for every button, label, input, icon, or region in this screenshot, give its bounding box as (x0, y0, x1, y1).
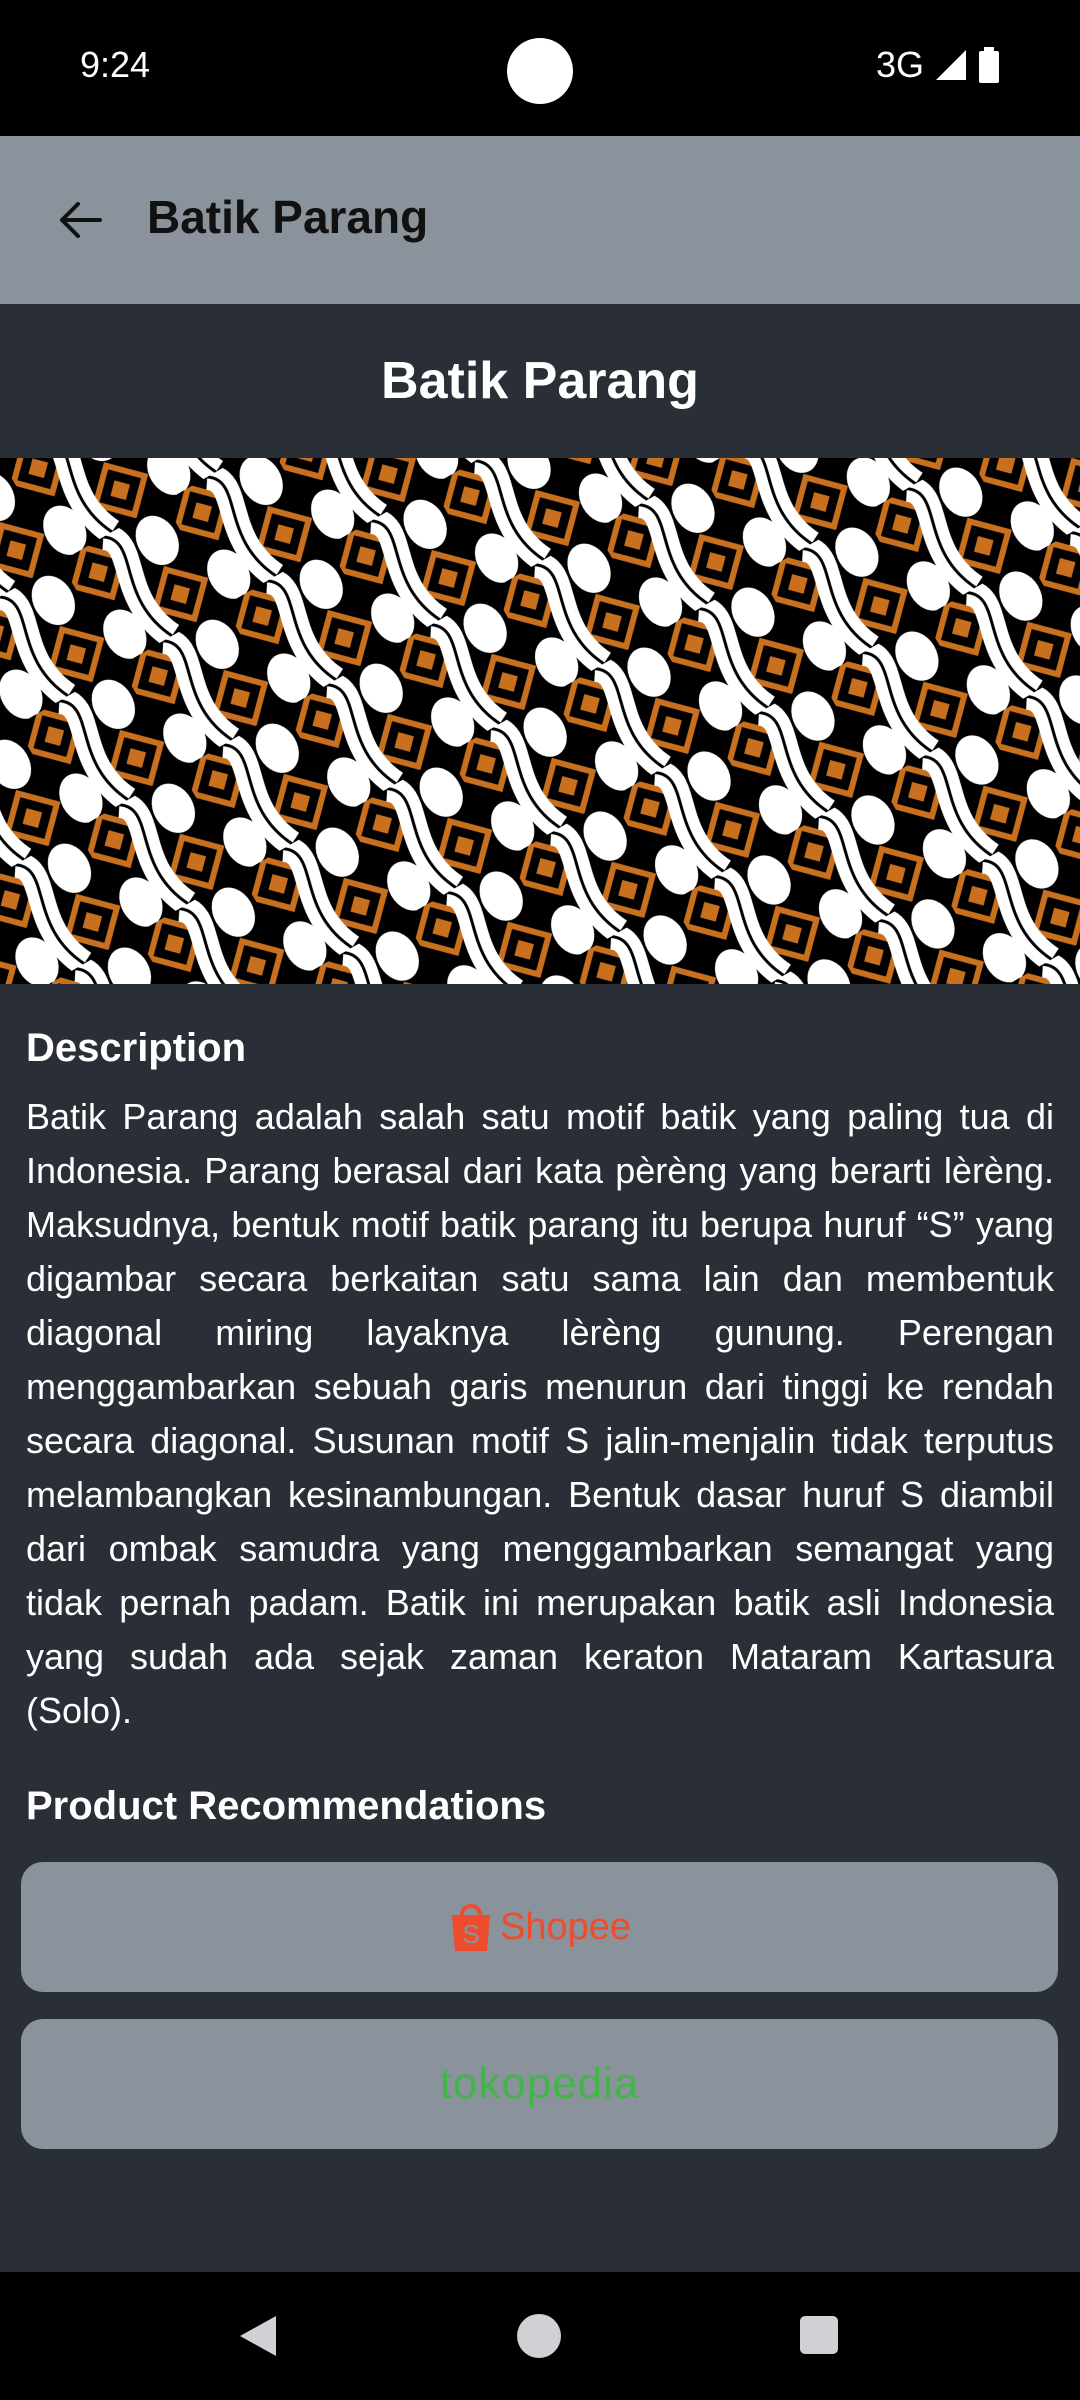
shopee-button[interactable]: S Shopee (21, 1862, 1058, 1992)
svg-text:S: S (462, 1919, 479, 1949)
detail-header: Batik Parang (0, 304, 1080, 458)
tokopedia-logo: tokopedia (439, 2059, 640, 2108)
arrow-left-icon (60, 202, 102, 238)
signal-icon (936, 50, 966, 80)
network-type: 3G (875, 44, 924, 85)
description-text: Batik Parang adalah salah satu motif bat… (26, 1096, 1054, 1731)
status-time: 9:24 (80, 44, 151, 85)
batik-image (0, 458, 1080, 984)
nav-recents-icon[interactable] (800, 2316, 838, 2354)
back-button[interactable] (40, 180, 120, 260)
app-bar-title: Batik Parang (147, 191, 429, 243)
shopee-label: Shopee (499, 1905, 631, 1948)
shopping-bag-icon: S (451, 1904, 490, 1951)
page-title: Batik Parang (381, 352, 699, 410)
camera-cutout (507, 38, 573, 104)
nav-back-icon[interactable] (236, 2312, 280, 2360)
shopee-logo: S Shopee (448, 1901, 631, 1953)
app-bar: Batik Parang (0, 136, 1080, 304)
status-bar: 9:24 3G (0, 0, 1080, 136)
battery-icon (979, 47, 999, 83)
recommendations-heading: Product Recommendations (26, 1784, 547, 1828)
system-nav-bar (0, 2272, 1080, 2400)
status-indicators: 3G (876, 44, 1000, 86)
nav-home-icon[interactable] (517, 2314, 561, 2358)
description-heading: Description (26, 1026, 247, 1070)
tokopedia-button[interactable]: tokopedia (21, 2019, 1058, 2149)
batik-parang-pattern (0, 458, 1080, 984)
